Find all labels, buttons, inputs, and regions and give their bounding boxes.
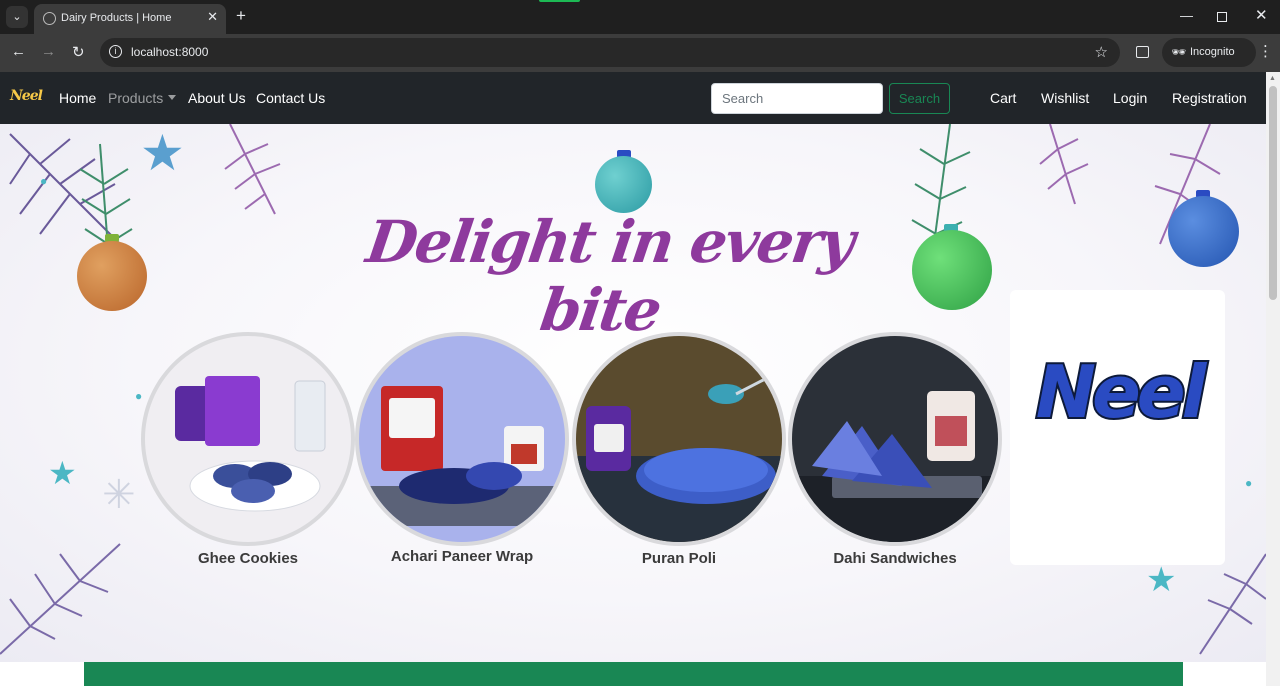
dahi-sandwiches-illustration [792, 391, 998, 542]
hero-headline: Delight in every bite [362, 208, 858, 344]
site-info-icon[interactable]: i [109, 45, 122, 58]
close-window-icon[interactable]: ✕ [1255, 6, 1268, 24]
tab-search-icon[interactable]: ⌄ [6, 6, 28, 28]
tab-title: Dairy Products | Home [61, 12, 172, 24]
star-icon: ★ [140, 125, 185, 181]
nav-login-link[interactable]: Login [1113, 90, 1147, 106]
caret-down-icon [168, 95, 177, 100]
nav-about-link[interactable]: About Us [188, 90, 246, 106]
bookmark-star-icon[interactable]: ☆ [1095, 43, 1108, 61]
nav-contact-link[interactable]: Contact Us [256, 90, 325, 106]
product-image[interactable] [145, 336, 351, 542]
product-name[interactable]: Dahi Sandwiches [768, 550, 1022, 567]
star-icon: ★ [48, 455, 77, 491]
teal-ornament [595, 156, 652, 213]
back-arrow-icon[interactable]: ← [11, 43, 26, 60]
product-image[interactable] [792, 336, 998, 542]
snowflake-icon: ✳ [102, 473, 136, 517]
product-image[interactable] [576, 336, 782, 542]
product-image[interactable] [359, 336, 565, 542]
scrollbar-thumb[interactable] [1269, 86, 1277, 300]
green-section-band [84, 662, 1183, 686]
nav-wishlist-link[interactable]: Wishlist [1041, 90, 1089, 106]
hero-banner: ★ ★ ★ ✳ ● ● ● Delight in every bite Ghee… [0, 124, 1266, 662]
blue-ornament [1168, 196, 1239, 267]
achari-paneer-wrap-illustration [369, 386, 555, 526]
side-panel-icon[interactable] [1136, 46, 1149, 58]
site-navbar: Neel Home Products About Us Contact Us S… [0, 72, 1266, 124]
nav-cart-link[interactable]: Cart [990, 90, 1016, 106]
ghee-cookies-illustration [175, 376, 326, 512]
incognito-icon: 🕶 [1171, 45, 1187, 59]
orange-ornament [77, 241, 147, 311]
maximize-icon[interactable] [1217, 12, 1227, 22]
reload-icon[interactable]: ↻ [72, 43, 85, 61]
browser-tab[interactable]: Dairy Products | Home ✕ [34, 4, 226, 34]
new-tab-icon[interactable]: + [236, 6, 246, 26]
dot-icon: ● [1245, 476, 1253, 490]
dot-icon: ● [40, 174, 48, 188]
minimize-icon[interactable]: — [1180, 8, 1193, 23]
nav-registration-link[interactable]: Registration [1172, 90, 1247, 106]
neel-logo: Neel [1034, 348, 1209, 436]
star-icon: ★ [1146, 561, 1177, 599]
page-viewport: Neel Home Products About Us Contact Us S… [0, 72, 1280, 686]
product-name[interactable]: Achari Paneer Wrap [335, 548, 589, 565]
puran-poli-illustration [576, 374, 782, 542]
incognito-label: Incognito [1190, 46, 1235, 58]
nav-products-dropdown[interactable]: Products [108, 90, 177, 106]
pine-branch-decoration [0, 543, 121, 655]
brand-logo-card: Neel [1010, 290, 1225, 565]
browser-menu-icon[interactable]: ⋮ [1258, 42, 1273, 60]
dot-icon: ● [135, 389, 143, 403]
browser-toolbar: ← → ↻ i localhost:8000 ☆ 🕶 Incognito ⋮ [0, 34, 1280, 72]
brand-logo[interactable]: Neel [10, 88, 43, 104]
forward-arrow-icon[interactable]: → [41, 43, 56, 60]
address-bar[interactable]: i localhost:8000 ☆ [100, 38, 1120, 67]
nav-products-label: Products [108, 90, 164, 106]
green-ornament [912, 230, 992, 310]
search-input[interactable] [711, 83, 883, 114]
incognito-badge[interactable]: 🕶 Incognito [1162, 38, 1256, 67]
nav-home-link[interactable]: Home [59, 90, 96, 106]
search-button[interactable]: Search [889, 83, 950, 114]
tab-close-icon[interactable]: ✕ [207, 9, 218, 25]
media-indicator [539, 0, 580, 2]
scroll-up-icon[interactable]: ▲ [1269, 75, 1276, 82]
globe-icon [43, 12, 56, 25]
page-scrollbar[interactable]: ▲ [1266, 72, 1280, 686]
browser-tab-bar: ⌄ Dairy Products | Home ✕ + — ✕ [0, 0, 1280, 34]
url-text[interactable]: localhost:8000 [131, 45, 208, 59]
